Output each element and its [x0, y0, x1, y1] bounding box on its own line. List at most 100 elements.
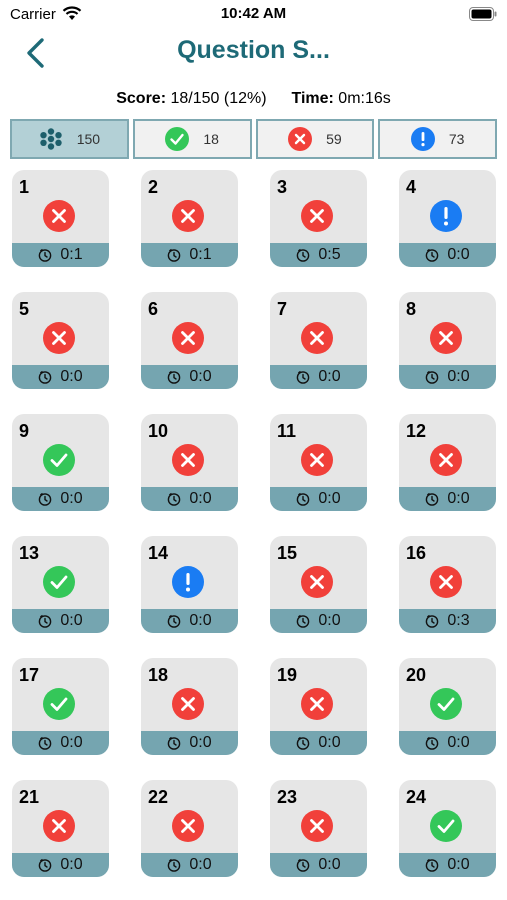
question-time: 0:0 [318, 490, 341, 507]
question-number: 13 [19, 543, 40, 563]
question-time-bar: 0:0 [12, 365, 109, 389]
question-time-bar: 0:0 [141, 609, 238, 633]
question-number: 23 [277, 787, 298, 807]
question-card[interactable]: 11 0:0 [270, 414, 367, 511]
question-card[interactable]: 8 0:0 [399, 292, 496, 389]
question-time-bar: 0:3 [399, 609, 496, 633]
question-number: 20 [406, 665, 427, 685]
timer-icon [426, 492, 439, 506]
question-card[interactable]: 7 0:0 [270, 292, 367, 389]
page-title: Question S... [177, 36, 330, 64]
question-time-bar: 0:0 [270, 731, 367, 755]
question-time: 0:0 [447, 368, 470, 385]
question-card[interactable]: 18 0:0 [141, 658, 238, 755]
question-card[interactable]: 5 0:0 [12, 292, 109, 389]
flagged-icon [172, 566, 204, 598]
question-time-bar: 0:0 [399, 365, 496, 389]
wrong-icon [430, 322, 462, 354]
question-time: 0:0 [189, 368, 212, 385]
wrong-icon [43, 322, 75, 354]
score-summary: Score: 18/150 (12%) Time: 0m:16s [0, 90, 507, 108]
question-card[interactable]: 17 0:0 [12, 658, 109, 755]
question-card[interactable]: 3 0:5 [270, 170, 367, 267]
filter-count: 73 [448, 131, 465, 147]
question-time-bar: 0:1 [141, 243, 238, 267]
question-time: 0:0 [189, 612, 212, 629]
question-number: 14 [148, 543, 169, 563]
question-card[interactable]: 14 0:0 [141, 536, 238, 633]
question-number: 19 [277, 665, 298, 685]
question-number: 10 [148, 421, 169, 441]
question-time-bar: 0:0 [141, 365, 238, 389]
score-value: 18/150 (12%) [170, 90, 267, 107]
timer-icon [426, 858, 439, 872]
question-time: 0:0 [318, 856, 341, 873]
timer-icon [168, 736, 181, 750]
wrong-icon [288, 127, 313, 151]
question-number: 6 [148, 299, 159, 319]
timer-icon [39, 492, 52, 506]
timer-icon [39, 370, 52, 384]
question-number: 4 [406, 177, 417, 197]
question-card[interactable]: 23 0:0 [270, 780, 367, 877]
timer-icon [426, 370, 439, 384]
filter-wrong-tab[interactable]: 59 [255, 119, 375, 159]
question-time-bar: 0:0 [12, 853, 109, 877]
question-number: 9 [19, 421, 30, 441]
question-time-bar: 0:0 [399, 243, 496, 267]
question-card[interactable]: 21 0:0 [12, 780, 109, 877]
question-number: 15 [277, 543, 298, 563]
all-questions-icon [39, 128, 62, 150]
wrong-icon [172, 688, 204, 720]
question-number: 2 [148, 177, 159, 197]
timer-icon [297, 370, 310, 384]
question-time: 0:0 [447, 490, 470, 507]
question-time-bar: 0:0 [270, 609, 367, 633]
question-card[interactable]: 6 0:0 [141, 292, 238, 389]
wrong-icon [301, 200, 333, 232]
question-number: 22 [148, 787, 169, 807]
question-card[interactable]: 13 0:0 [12, 536, 109, 633]
filter-count: 59 [326, 131, 342, 147]
filter-correct-tab[interactable]: 18 [132, 119, 252, 159]
question-time-bar: 0:0 [12, 609, 109, 633]
timer-icon [297, 858, 310, 872]
question-number: 11 [277, 421, 297, 441]
question-card[interactable]: 22 0:0 [141, 780, 238, 877]
question-card[interactable]: 19 0:0 [270, 658, 367, 755]
timer-icon [39, 614, 52, 628]
question-card[interactable]: 10 0:0 [141, 414, 238, 511]
filter-flagged-tab[interactable]: 73 [378, 119, 497, 159]
question-time: 0:0 [447, 856, 470, 873]
question-time-bar: 0:0 [399, 853, 496, 877]
time-label: Time: [291, 90, 334, 107]
question-time: 0:0 [60, 856, 83, 873]
question-card[interactable]: 1 0:1 [12, 170, 109, 267]
question-number: 12 [406, 421, 427, 441]
question-time: 0:0 [318, 612, 341, 629]
navigation-bar: Question S... [0, 30, 507, 76]
question-grid: 1 0:1 2 0:1 3 0:5 4 0:0 5 0:0 6 0:0 7 0:0 8 0:0 9 0:0 10 0:… [12, 170, 496, 890]
question-time-bar: 0:5 [270, 243, 367, 267]
question-card[interactable]: 9 0:0 [12, 414, 109, 511]
question-time-bar: 0:0 [270, 853, 367, 877]
timer-icon [168, 492, 181, 506]
question-card[interactable]: 2 0:1 [141, 170, 238, 267]
question-card[interactable]: 15 0:0 [270, 536, 367, 633]
filter-count: 150 [76, 131, 101, 147]
correct-icon [165, 127, 190, 151]
question-time: 0:0 [318, 734, 341, 751]
question-card[interactable]: 16 0:3 [399, 536, 496, 633]
question-card[interactable]: 4 0:0 [399, 170, 496, 267]
battery-icon [469, 7, 497, 21]
question-time-bar: 0:0 [141, 731, 238, 755]
question-number: 17 [19, 665, 40, 685]
question-card[interactable]: 24 0:0 [399, 780, 496, 877]
correct-icon [43, 688, 75, 720]
correct-icon [43, 566, 75, 598]
question-time: 0:0 [60, 612, 83, 629]
question-number: 3 [277, 177, 288, 197]
question-card[interactable]: 20 0:0 [399, 658, 496, 755]
question-card[interactable]: 12 0:0 [399, 414, 496, 511]
filter-all-tab[interactable]: 150 [10, 119, 129, 159]
